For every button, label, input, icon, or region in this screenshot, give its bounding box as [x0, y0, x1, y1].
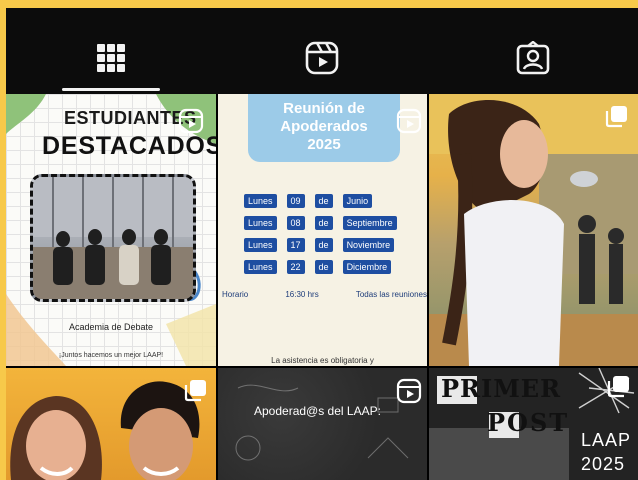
reunion-title-line1: Reunión de — [283, 100, 365, 117]
schedule-label: Horario — [222, 290, 249, 299]
apoderados-text: Apoderad@s del LAAP: — [254, 404, 381, 418]
post-footer: ¡Juntos hacemos un mejor LAAP! — [58, 352, 164, 359]
date-day-label: Lunes — [244, 216, 277, 230]
multiple-images-icon — [607, 376, 629, 398]
date-month: Noviembre — [342, 238, 395, 252]
date-day-label: Lunes — [244, 238, 277, 252]
profile-screen: ESTUDIANTES DESTACADOS Academia de Debat… — [6, 8, 638, 480]
date-row: Lunes 09 de Junio — [244, 194, 373, 208]
reel-icon — [396, 108, 422, 134]
date-month: Septiembre — [342, 216, 397, 230]
post-primer-post[interactable]: PRIMER POST LAAP 2025 — [429, 368, 638, 480]
post-title: POST — [487, 408, 567, 437]
post-title-line2: DESTACADOS — [42, 132, 216, 160]
reunion-title-line3: 2025 — [307, 136, 341, 153]
reunion-title-line2: Apoderados — [280, 118, 368, 135]
attendance-note: La asistencia es obligatoria y — [271, 356, 374, 365]
schedule-row: Horario 16:30 hrs Todas las reuniones — [222, 290, 427, 299]
primer-title-text: PRIMER — [441, 374, 562, 403]
date-row: Lunes 17 de Noviembre — [244, 238, 395, 252]
reunion-header: Reunión de Apoderados 2025 — [248, 94, 400, 162]
student-event-photo — [429, 94, 638, 366]
date-day: 08 — [286, 216, 305, 230]
profile-tab-bar — [6, 8, 638, 94]
date-connector: de — [314, 238, 333, 252]
date-day: 22 — [286, 260, 305, 274]
post-estudiantes-destacados[interactable]: ESTUDIANTES DESTACADOS Academia de Debat… — [6, 94, 216, 366]
primer-title: PRIMER — [435, 374, 560, 404]
date-day-label: Lunes — [244, 194, 277, 208]
post-reunion-apoderados[interactable]: Reunión de Apoderados 2025 Lunes 09 de J… — [218, 94, 427, 366]
reel-icon — [178, 108, 204, 134]
date-day-label: Lunes — [244, 260, 277, 274]
date-day: 17 — [286, 238, 305, 252]
posts-grid: ESTUDIANTES DESTACADOS Academia de Debat… — [6, 94, 638, 480]
date-connector: de — [314, 194, 333, 208]
post-photo-students[interactable] — [6, 368, 216, 480]
tagged-person-icon — [516, 41, 550, 75]
post-title-text: POST — [487, 408, 570, 437]
active-tab-indicator — [62, 88, 160, 91]
tab-posts-grid[interactable] — [91, 38, 131, 78]
grid-icon — [97, 44, 125, 72]
date-month: Junio — [342, 194, 373, 208]
laap-label: LAAP — [581, 430, 632, 450]
date-day: 09 — [286, 194, 305, 208]
students-photo — [30, 174, 196, 302]
date-connector: de — [314, 216, 333, 230]
date-month: Diciembre — [342, 260, 392, 274]
multiple-images-icon — [605, 106, 627, 128]
schedule-note: Todas las reuniones — [355, 290, 427, 299]
post-title-line1: ESTUDIANTES — [64, 108, 197, 128]
post-apoderados-laap[interactable]: Apoderad@s del LAAP: — [218, 368, 427, 480]
post-photo-student-event[interactable] — [429, 94, 638, 366]
tab-reels[interactable] — [302, 38, 342, 78]
reel-icon — [396, 378, 422, 404]
date-row: Lunes 08 de Septiembre — [244, 216, 397, 230]
schedule-time: 16:30 hrs — [285, 290, 319, 299]
multiple-images-icon — [184, 380, 206, 402]
reels-icon — [305, 41, 339, 75]
year-label: 2025 — [581, 454, 626, 474]
post-subtitle: Academia de Debate — [68, 322, 154, 332]
date-connector: de — [314, 260, 333, 274]
tab-tagged[interactable] — [513, 38, 553, 78]
date-row: Lunes 22 de Diciembre — [244, 260, 392, 274]
